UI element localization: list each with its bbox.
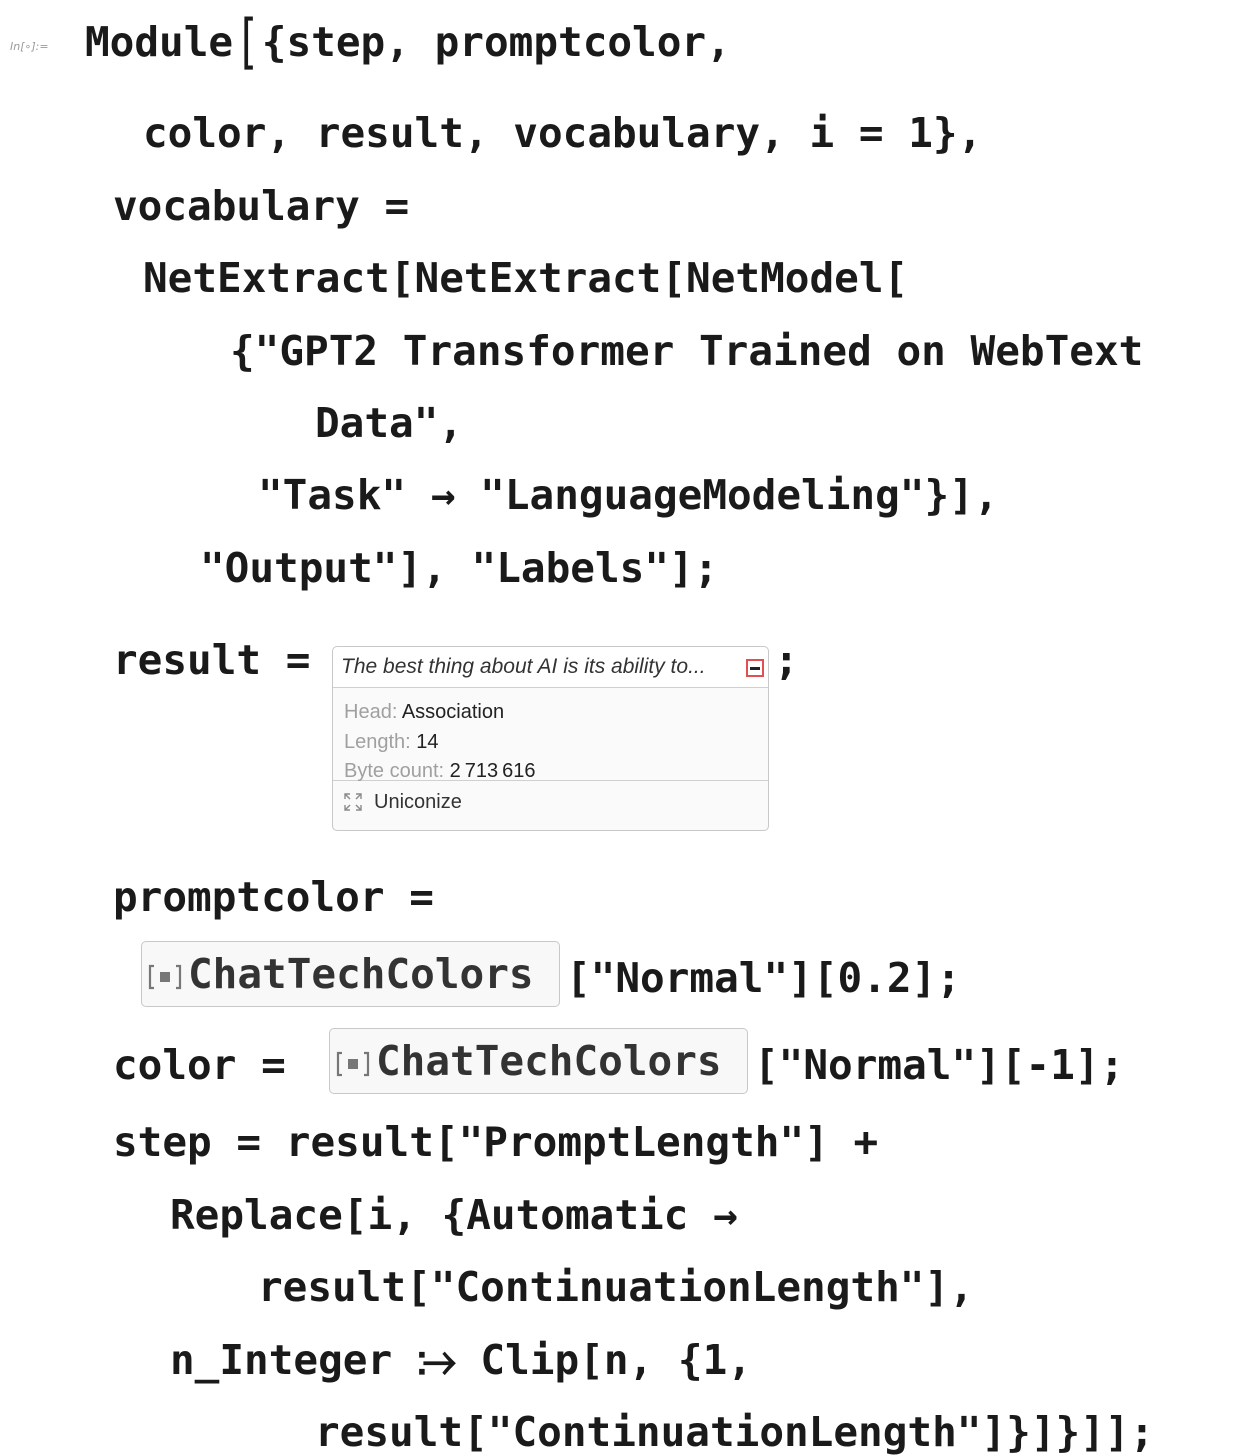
code-line-14: Replace[i, {Automatic →	[170, 1191, 738, 1239]
expand-icon	[344, 793, 362, 811]
module-open-bracket: [	[235, 6, 260, 77]
resource-function-icon	[336, 1049, 370, 1079]
code-line-6: Data",	[315, 399, 464, 447]
code-line-2: color, result, vocabulary, i = 1},	[143, 109, 983, 157]
code-line-12-lhs: color =	[113, 1041, 286, 1089]
code-line-1: Module[{step, promptcolor,	[85, 12, 731, 71]
iconized-details: Head: Association Length: 14 Byte count:…	[333, 688, 768, 782]
detail-head: Head: Association	[344, 701, 505, 723]
code-line-4: NetExtract[NetExtract[NetModel[	[143, 254, 909, 302]
module-vars-start: {step, promptcolor,	[261, 18, 731, 66]
resource-function-name: ChatTechColors	[188, 950, 534, 998]
collapse-icon[interactable]	[746, 659, 764, 677]
code-line-7: "Task" → "LanguageModeling"}],	[258, 471, 999, 519]
resource-function-box[interactable]: ChatTechColors	[141, 941, 560, 1007]
code-input-cell[interactable]: Module[{step, promptcolor, color, result…	[0, 0, 1258, 1454]
iconized-expression[interactable]: The best thing about AI is its ability t…	[332, 646, 769, 831]
code-line-15: result["ContinuationLength"],	[258, 1263, 974, 1311]
detail-length: Length: 14	[344, 730, 439, 753]
code-line-8: "Output"], "Labels"];	[200, 544, 719, 592]
resource-function-box-2[interactable]: ChatTechColors	[329, 1028, 748, 1094]
code-line-9-end: ;	[774, 636, 799, 684]
uniconize-label: Uniconize	[374, 790, 462, 813]
code-line-5: {"GPT2 Transformer Trained on WebText	[230, 327, 1144, 375]
resource-function-icon	[148, 962, 182, 992]
code-line-13: step = result["PromptLength"] +	[113, 1118, 879, 1166]
code-line-3: vocabulary =	[113, 182, 410, 230]
iconized-summary-row[interactable]: The best thing about AI is its ability t…	[333, 647, 768, 688]
code-line-10: promptcolor =	[113, 873, 434, 921]
code-line-11-rest: ["Normal"][0.2];	[566, 954, 961, 1002]
code-line-9-lhs: result =	[113, 636, 311, 684]
uniconize-button[interactable]: Uniconize	[333, 781, 768, 823]
code-line-12-rest: ["Normal"][-1];	[754, 1041, 1125, 1089]
code-line-16: n_Integer ⧴ Clip[n, {1,	[170, 1336, 752, 1384]
module-keyword: Module	[85, 18, 234, 66]
code-line-17: result["ContinuationLength"]}]}]];	[315, 1408, 1155, 1456]
iconized-summary-text: The best thing about AI is its ability t…	[341, 655, 706, 678]
resource-function-name: ChatTechColors	[376, 1037, 722, 1085]
